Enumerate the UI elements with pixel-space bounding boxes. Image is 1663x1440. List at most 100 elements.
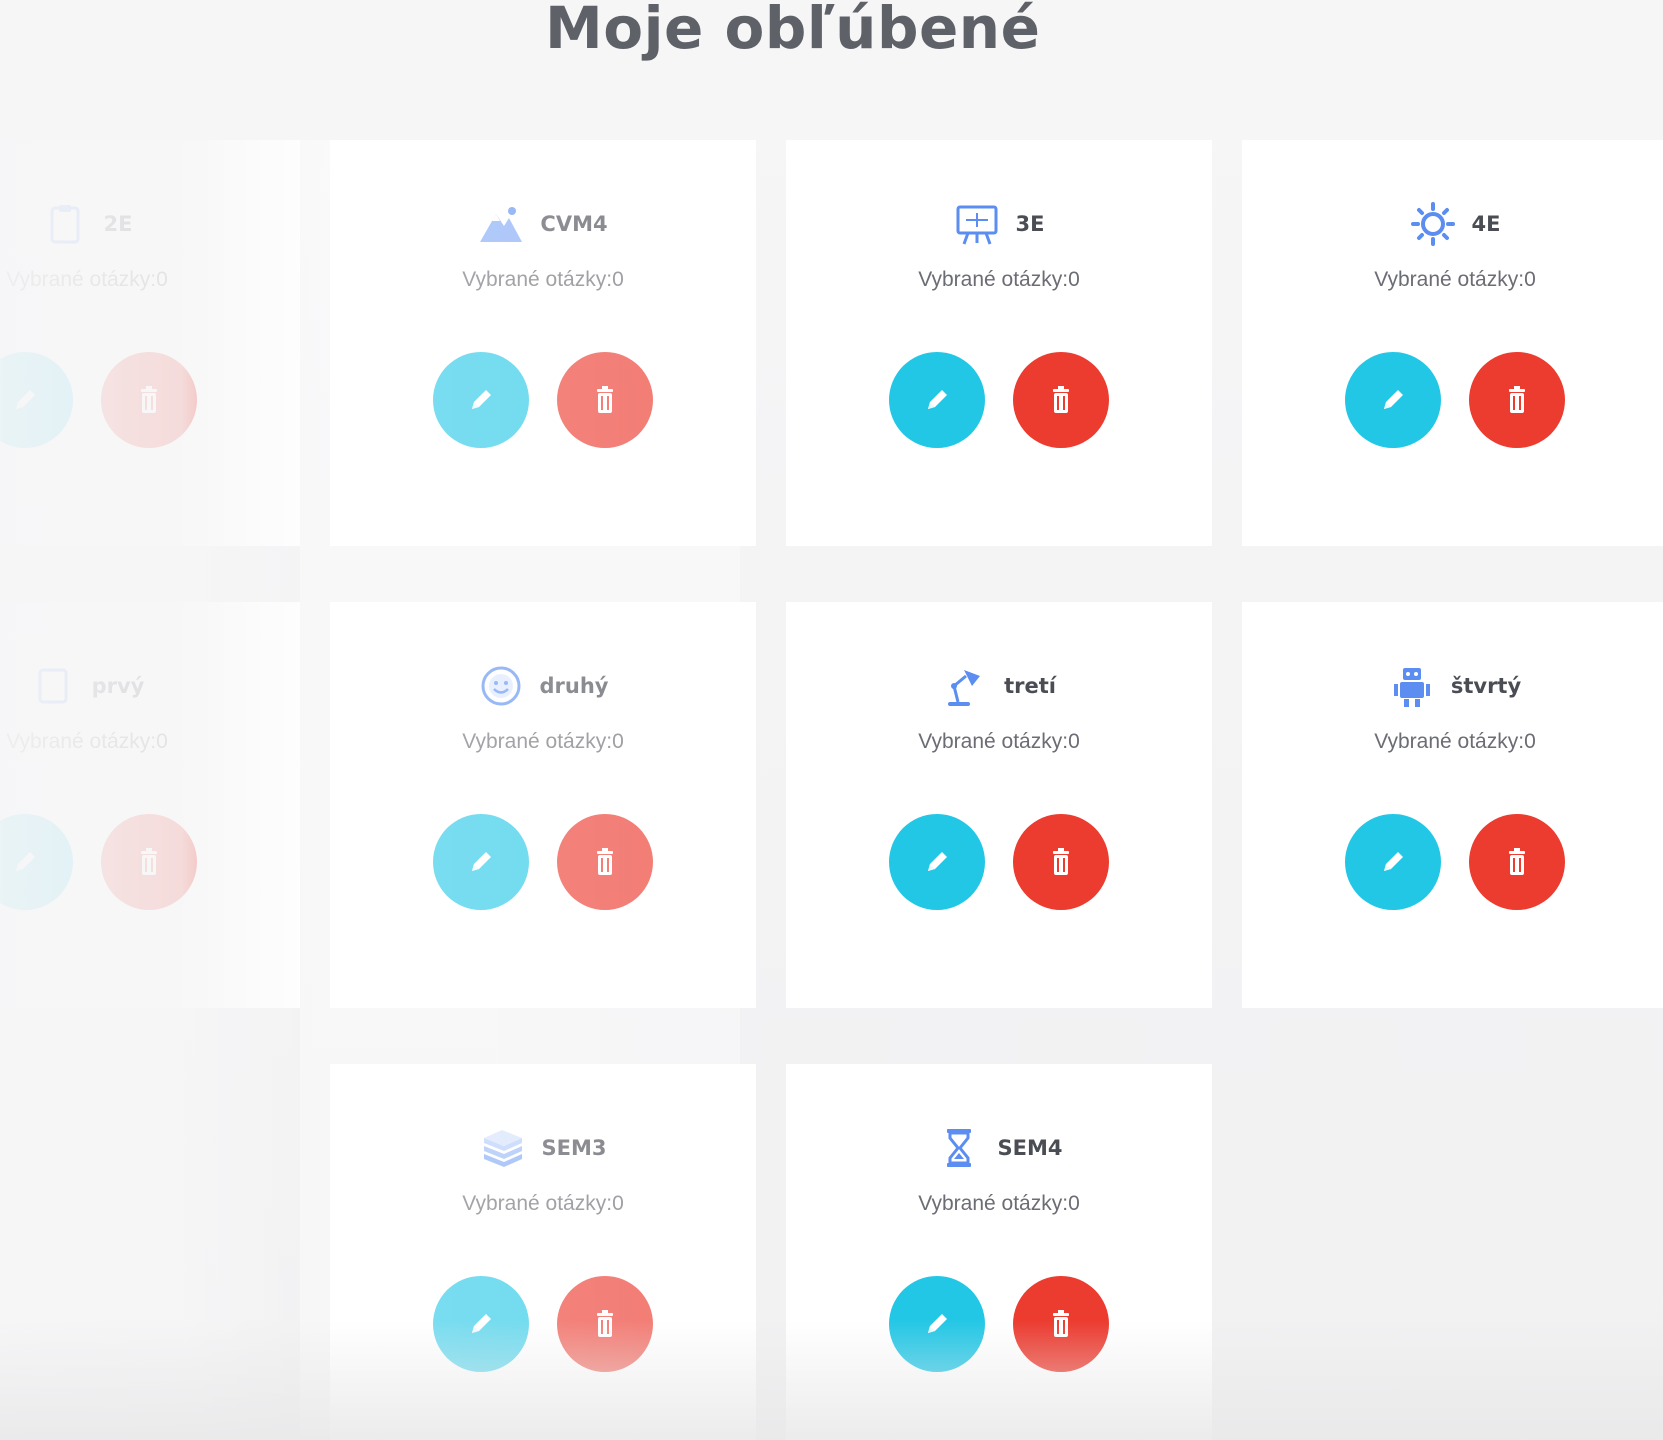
book-icon <box>30 664 76 708</box>
selected-questions-text: Vybrané otázky:0 <box>786 1192 1212 1216</box>
mountain-icon <box>478 202 524 246</box>
trash-icon <box>588 383 622 417</box>
pencil-icon <box>920 1307 954 1341</box>
delete-button[interactable] <box>557 352 653 448</box>
card-title: 2E <box>103 212 133 236</box>
card-title: druhý <box>539 674 609 698</box>
delete-button[interactable] <box>101 352 197 448</box>
trash-icon <box>1044 845 1078 879</box>
pencil-icon <box>8 383 42 417</box>
favorite-card: 3E Vybrané otázky:0 <box>786 140 1212 546</box>
card-header: 4E <box>1242 202 1663 246</box>
selected-questions-label: Vybrané otázky: <box>918 268 1069 291</box>
edit-button[interactable] <box>1345 814 1441 910</box>
card-title: SEM3 <box>541 1136 607 1160</box>
pencil-icon <box>1376 383 1410 417</box>
card-actions <box>0 352 300 448</box>
trash-icon <box>1044 1307 1078 1341</box>
edit-button[interactable] <box>433 1276 529 1372</box>
card-header: štvrtý <box>1242 664 1663 708</box>
favorite-card: prvý Vybrané otázky:0 <box>0 602 300 1008</box>
edit-button[interactable] <box>0 814 73 910</box>
selected-questions-text: Vybrané otázky:0 <box>786 730 1212 754</box>
edit-button[interactable] <box>889 814 985 910</box>
edit-button[interactable] <box>433 352 529 448</box>
favorite-card: CVM4 Vybrané otázky:0 <box>330 140 756 546</box>
card-title: tretí <box>1004 674 1056 698</box>
selected-questions-text: Vybrané otázky:0 <box>330 268 756 292</box>
selected-questions-text: Vybrané otázky:0 <box>0 730 300 754</box>
card-header: 2E <box>0 202 300 246</box>
selected-questions-label: Vybrané otázky: <box>6 268 157 291</box>
card-actions <box>786 352 1212 448</box>
card-title: CVM4 <box>540 212 608 236</box>
pencil-icon <box>464 845 498 879</box>
card-header: CVM4 <box>330 202 756 246</box>
edit-button[interactable] <box>0 352 73 448</box>
trash-icon <box>588 845 622 879</box>
favorite-card: 4E Vybrané otázky:0 <box>1242 140 1663 546</box>
selected-questions-label: Vybrané otázky: <box>918 730 1069 753</box>
card-title: 3E <box>1015 212 1045 236</box>
selected-questions-count: 0 <box>156 730 168 753</box>
edit-button[interactable] <box>1345 352 1441 448</box>
presentation-board-icon <box>954 202 1000 246</box>
card-header: prvý <box>0 664 300 708</box>
pencil-icon <box>464 383 498 417</box>
edit-button[interactable] <box>433 814 529 910</box>
robot-icon <box>1389 664 1435 708</box>
stack-of-books-icon <box>480 1126 526 1170</box>
favorite-card: tretí Vybrané otázky:0 <box>786 602 1212 1008</box>
selected-questions-count: 0 <box>612 268 624 291</box>
card-header: SEM4 <box>786 1126 1212 1170</box>
card-header: SEM3 <box>330 1126 756 1170</box>
card-header: 3E <box>786 202 1212 246</box>
card-title: 4E <box>1471 212 1501 236</box>
selected-questions-count: 0 <box>1524 268 1536 291</box>
selected-questions-text: Vybrané otázky:0 <box>1242 268 1663 292</box>
trash-icon <box>1500 383 1534 417</box>
delete-button[interactable] <box>1013 352 1109 448</box>
delete-button[interactable] <box>1013 1276 1109 1372</box>
card-actions <box>330 352 756 448</box>
trash-icon <box>1500 845 1534 879</box>
delete-button[interactable] <box>101 814 197 910</box>
edit-button[interactable] <box>889 1276 985 1372</box>
selected-questions-count: 0 <box>612 1192 624 1215</box>
card-header: druhý <box>330 664 756 708</box>
card-actions <box>786 1276 1212 1372</box>
selected-questions-label: Vybrané otázky: <box>6 730 157 753</box>
selected-questions-count: 0 <box>1524 730 1536 753</box>
favorites-grid: 2E Vybrané otázky:0 CVM4 Vybrané otázky:… <box>0 140 1663 1440</box>
selected-questions-count: 0 <box>1068 268 1080 291</box>
delete-button[interactable] <box>557 814 653 910</box>
delete-button[interactable] <box>1013 814 1109 910</box>
pencil-icon <box>920 383 954 417</box>
desk-lamp-icon <box>942 664 988 708</box>
pencil-icon <box>464 1307 498 1341</box>
card-actions <box>330 1276 756 1372</box>
trash-icon <box>588 1307 622 1341</box>
selected-questions-label: Vybrané otázky: <box>1374 268 1525 291</box>
selected-questions-label: Vybrané otázky: <box>1374 730 1525 753</box>
favorite-card: SEM4 Vybrané otázky:0 <box>786 1064 1212 1440</box>
selected-questions-label: Vybrané otázky: <box>462 730 613 753</box>
page-title: Moje obľúbené <box>545 0 1041 62</box>
selected-questions-label: Vybrané otázky: <box>462 1192 613 1215</box>
edit-button[interactable] <box>889 352 985 448</box>
selected-questions-label: Vybrané otázky: <box>918 1192 1069 1215</box>
card-title: prvý <box>91 674 145 698</box>
delete-button[interactable] <box>1469 352 1565 448</box>
trash-icon <box>1044 383 1078 417</box>
card-actions <box>1242 352 1663 448</box>
trash-icon <box>132 383 166 417</box>
hourglass-icon <box>936 1126 982 1170</box>
favorite-card: druhý Vybrané otázky:0 <box>330 602 756 1008</box>
selected-questions-text: Vybrané otázky:0 <box>786 268 1212 292</box>
trash-icon <box>132 845 166 879</box>
card-actions <box>0 814 300 910</box>
delete-button[interactable] <box>1469 814 1565 910</box>
delete-button[interactable] <box>557 1276 653 1372</box>
smiley-icon <box>478 664 524 708</box>
favorite-card: 2E Vybrané otázky:0 <box>0 140 300 546</box>
